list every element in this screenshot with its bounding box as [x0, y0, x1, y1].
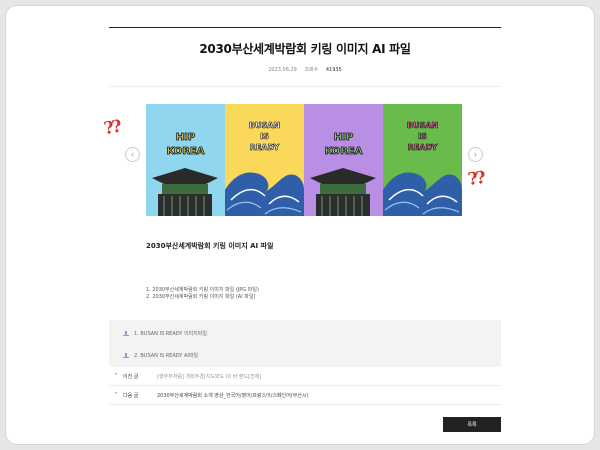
post-content-list: 1. 2030부산세계박람회 키링 이미지 파일 (JPG 파일) 2. 203… — [146, 287, 259, 301]
prev-post-title[interactable]: [행부부처럼] 개최주경[지도와도 ID 바 랜드[전체] — [157, 373, 261, 380]
busan-wave-icon: BUSAN IS READY — [383, 104, 462, 216]
download-icon — [123, 330, 129, 337]
prev-post-label: 이전 글 — [123, 373, 139, 380]
post-date: 2023.06.29 — [268, 67, 297, 73]
busan-wave-icon: BUSAN IS READY — [225, 104, 304, 216]
post-title: 2030부산세계박람회 키링 이미지 AI 파일 — [199, 42, 411, 56]
list-button[interactable]: 목록 — [443, 417, 501, 432]
slide-text: IS — [260, 132, 269, 141]
attachment-link[interactable]: 1. BUSAN IS READY 이미지파일 — [123, 330, 207, 337]
question-marks-decor: ?? — [102, 116, 122, 140]
chevron-left-icon: ‹ — [130, 150, 135, 159]
chevron-right-icon: › — [473, 150, 478, 159]
slide-text: BUSAN — [249, 121, 280, 130]
chevron-down-icon: ˅ — [114, 391, 118, 399]
slide-text: KOREA — [166, 146, 204, 157]
slide-hip-korea[interactable]: HIP KOREA — [146, 104, 225, 216]
list-item: 1. 2030부산세계박람회 키링 이미지 파일 (JPG 파일) — [146, 287, 259, 293]
hip-korea-gate-icon: HIP KOREA — [146, 104, 225, 216]
download-icon — [123, 352, 129, 359]
list-item: 2. 2030부산세계박람회 키링 이미지 파일 (AI 파일) — [146, 294, 256, 300]
slide-text: HIP — [176, 132, 195, 143]
attachment-link[interactable]: 2. BUSAN IS READY AI파일 — [123, 352, 198, 359]
carousel-next-button[interactable]: › — [468, 147, 483, 162]
next-post-row[interactable]: ˅ 다음 글 2030부산세계박람회 소개 영상_한국어/영어/프랑스어/스페인… — [109, 386, 501, 405]
next-post-title[interactable]: 2030부산세계박람회 소개 영상_한국어/영어/프랑스어/스페인어(부산시) — [157, 392, 309, 399]
views-count: 41935 — [325, 67, 342, 73]
attachments-box: 1. BUSAN IS READY 이미지파일 2. BUSAN IS READ… — [109, 320, 501, 367]
post-subheading: 2030부산세계박람회 키링 이미지 AI 파일 — [146, 242, 274, 250]
attachment-label: 2. BUSAN IS READY AI파일 — [134, 353, 199, 359]
meta-divider — [109, 86, 501, 87]
carousel-prev-button[interactable]: ‹ — [125, 147, 140, 162]
attachment-label: 1. BUSAN IS READY 이미지파일 — [134, 331, 207, 337]
title-rule — [109, 27, 501, 28]
slide-text: BUSAN — [407, 121, 438, 130]
post-meta: 2023.06.29 조회수 41935 — [109, 66, 501, 73]
screenshot-frame: 2030부산세계박람회 키링 이미지 AI 파일 2023.06.29 조회수 … — [0, 0, 600, 450]
chevron-up-icon: ˄ — [114, 372, 118, 380]
image-carousel[interactable]: HIP KOREA BUSAN IS READY HIP KOREA BUSAN… — [146, 104, 462, 216]
slide-text: IS — [418, 132, 427, 141]
prev-post-row[interactable]: ˄ 이전 글 [행부부처럼] 개최주경[지도와도 ID 바 랜드[전체] — [109, 367, 501, 386]
slide-busan-is-ready-green[interactable]: BUSAN IS READY — [383, 104, 462, 216]
browser-window: 2030부산세계박람회 키링 이미지 AI 파일 2023.06.29 조회수 … — [5, 5, 595, 445]
next-post-label: 다음 글 — [123, 392, 139, 399]
slide-text: READY — [250, 143, 280, 152]
slide-text: KOREA — [324, 146, 362, 157]
slide-text: HIP — [334, 132, 353, 143]
views-label: 조회수 — [304, 67, 319, 73]
slide-hip-korea-purple[interactable]: HIP KOREA — [304, 104, 383, 216]
slide-busan-is-ready[interactable]: BUSAN IS READY — [225, 104, 304, 216]
hip-korea-gate-icon: HIP KOREA — [304, 104, 383, 216]
question-marks-decor: ?? — [466, 167, 486, 191]
slide-text: READY — [408, 143, 438, 152]
